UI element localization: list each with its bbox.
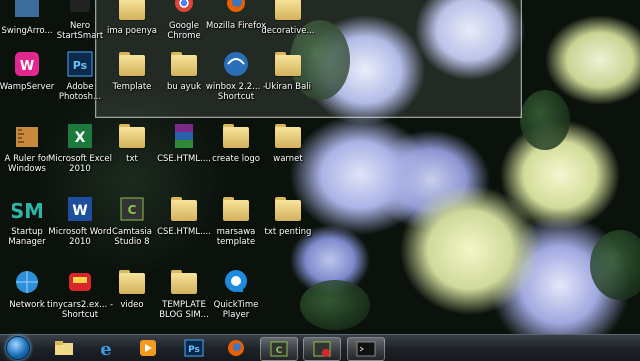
wallpaper-leaf <box>520 90 570 150</box>
desktop-icon-decorative[interactable]: decorative... <box>255 0 321 36</box>
winrar-icon <box>168 120 200 152</box>
wamp-icon: W <box>11 48 43 80</box>
taskbar-camtasia-recorder[interactable] <box>303 337 341 361</box>
taskbar-camtasia-studio[interactable]: C <box>260 337 298 361</box>
folder-icon <box>116 0 148 24</box>
svg-text:SM: SM <box>12 199 42 223</box>
wallpaper-leaf <box>300 280 370 330</box>
svg-text:W: W <box>20 59 34 74</box>
folder-icon <box>168 266 200 298</box>
excel-icon: X <box>64 120 96 152</box>
explorer-icon <box>55 341 73 355</box>
taskbar-cmd[interactable] <box>347 337 385 361</box>
camtasia-icon: C <box>116 193 148 225</box>
winbox-icon <box>220 48 252 80</box>
startup-manager-icon: SM <box>11 193 43 225</box>
taskbar-firefox[interactable] <box>218 337 254 359</box>
svg-text:W: W <box>72 203 87 219</box>
svg-text:e: e <box>100 339 111 358</box>
quicktime-icon <box>220 266 252 298</box>
taskbar: e Ps C <box>0 334 640 361</box>
network-icon <box>11 266 43 298</box>
folder-icon <box>272 193 304 225</box>
taskbar-explorer[interactable] <box>46 337 82 359</box>
chrome-icon <box>168 0 200 19</box>
start-button[interactable] <box>4 335 32 361</box>
svg-text:Ps: Ps <box>188 345 200 355</box>
tinycars-icon <box>64 266 96 298</box>
taskbar-ie[interactable]: e <box>88 337 124 359</box>
folder-icon <box>272 48 304 80</box>
media-player-icon <box>140 340 156 356</box>
firefox-icon <box>228 340 244 356</box>
ie-icon: e <box>100 339 111 358</box>
desktop-icon-warnet[interactable]: warnet <box>255 120 321 164</box>
taskbar-media-player[interactable] <box>130 337 166 359</box>
camtasia-icon: C <box>270 341 288 357</box>
svg-text:X: X <box>75 130 86 146</box>
taskbar-photoshop[interactable]: Ps <box>176 337 212 359</box>
folder-icon <box>116 266 148 298</box>
camtasia-recorder-icon <box>313 341 331 357</box>
nero-icon <box>64 0 96 19</box>
firefox-icon <box>220 0 252 19</box>
windows-start-orb-icon <box>6 336 30 360</box>
cmd-icon <box>356 341 376 357</box>
photoshop-icon: Ps <box>64 48 96 80</box>
ruler-icon <box>11 120 43 152</box>
folder-icon <box>272 0 304 24</box>
folder-icon <box>116 120 148 152</box>
wallpaper-leaf <box>590 230 640 300</box>
folder-icon <box>116 48 148 80</box>
folder-icon <box>220 120 252 152</box>
folder-icon <box>220 193 252 225</box>
desktop-icon-txt-penting[interactable]: txt penting <box>255 193 321 237</box>
desktop[interactable]: SwingArro... Nero StartSmart ima poenya … <box>0 0 640 334</box>
folder-icon <box>168 48 200 80</box>
svg-text:C: C <box>276 346 283 356</box>
desktop-icon-quicktime-player[interactable]: QuickTime Player <box>203 266 269 320</box>
folder-icon <box>272 120 304 152</box>
app-icon <box>11 0 43 24</box>
folder-icon <box>168 193 200 225</box>
word-icon: W <box>64 193 96 225</box>
svg-text:C: C <box>128 203 137 217</box>
photoshop-icon: Ps <box>184 339 204 357</box>
desktop-icon-ukiran-bali[interactable]: Ukiran Bali <box>255 48 321 92</box>
svg-text:Ps: Ps <box>73 59 88 72</box>
